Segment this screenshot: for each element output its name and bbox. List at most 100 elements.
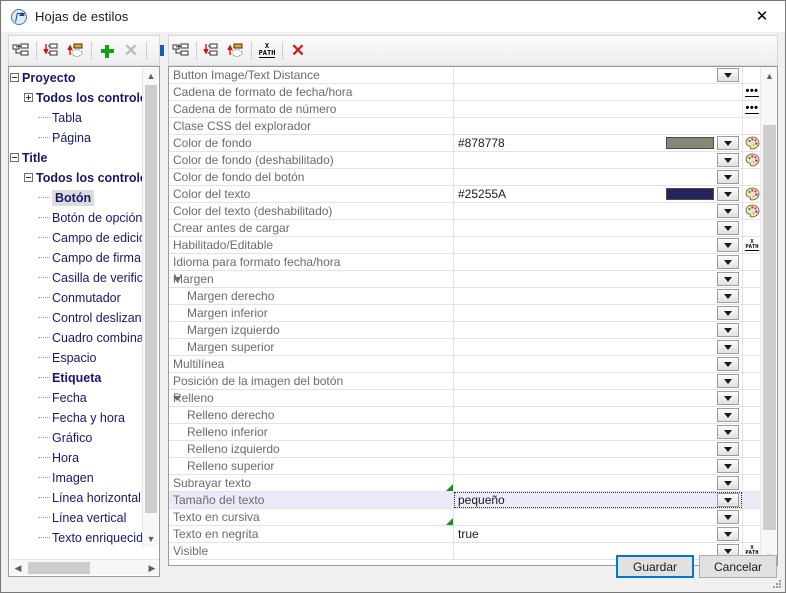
property-value[interactable] bbox=[454, 101, 742, 117]
property-row[interactable]: Multilínea bbox=[169, 356, 761, 373]
property-value[interactable] bbox=[454, 458, 742, 474]
property-row[interactable]: Relleno derecho bbox=[169, 407, 761, 424]
property-row[interactable]: Clase CSS del explorador bbox=[169, 118, 761, 135]
tree-item-2[interactable]: Tabla bbox=[10, 108, 144, 128]
property-row[interactable]: Subrayar texto bbox=[169, 475, 761, 492]
property-extra-cell[interactable] bbox=[742, 203, 761, 219]
chevron-down-icon[interactable] bbox=[717, 527, 739, 541]
property-extra-cell[interactable] bbox=[742, 135, 761, 151]
tree-item-17[interactable]: Fecha y hora bbox=[10, 408, 144, 428]
chevron-down-icon[interactable] bbox=[717, 272, 739, 286]
tree-item-19[interactable]: Hora bbox=[10, 448, 144, 468]
property-row[interactable]: Habilitado/EditableXPATH bbox=[169, 237, 761, 254]
tree-item-20[interactable]: Imagen bbox=[10, 468, 144, 488]
property-value[interactable] bbox=[454, 84, 742, 100]
property-extra-cell[interactable] bbox=[742, 152, 761, 168]
property-value[interactable] bbox=[454, 509, 742, 525]
property-value[interactable] bbox=[454, 271, 742, 287]
chevron-down-icon[interactable] bbox=[717, 136, 739, 150]
chevron-down-icon[interactable] bbox=[717, 374, 739, 388]
chevron-down-icon[interactable] bbox=[717, 408, 739, 422]
tree-item-0[interactable]: Proyecto bbox=[10, 68, 144, 88]
property-row[interactable]: Idioma para formato fecha/hora bbox=[169, 254, 761, 271]
property-value[interactable] bbox=[454, 373, 742, 389]
xpath-icon[interactable]: XPATH bbox=[255, 39, 279, 63]
chevron-down-icon[interactable] bbox=[717, 340, 739, 354]
tree-item-8[interactable]: Campo de edición bbox=[10, 228, 144, 248]
property-row[interactable]: Color del texto (deshabilitado) bbox=[169, 203, 761, 220]
property-row[interactable]: Color de fondo (deshabilitado) bbox=[169, 152, 761, 169]
property-value[interactable]: true bbox=[454, 526, 742, 542]
property-value[interactable] bbox=[454, 203, 742, 219]
import-node-icon[interactable] bbox=[200, 39, 224, 63]
property-row[interactable]: Color del texto#25255A bbox=[169, 186, 761, 203]
property-row[interactable]: Margen inferior bbox=[169, 305, 761, 322]
chevron-down-icon[interactable] bbox=[717, 187, 739, 201]
export-node-icon[interactable] bbox=[224, 39, 248, 63]
property-row[interactable]: Relleno superior bbox=[169, 458, 761, 475]
tree-item-3[interactable]: Página bbox=[10, 128, 144, 148]
resize-grip[interactable] bbox=[771, 578, 783, 590]
stylesheet-tree[interactable]: ProyectoTodos los controlesTablaPáginaTi… bbox=[8, 66, 160, 577]
property-extra-cell[interactable] bbox=[742, 186, 761, 202]
scroll-down-icon[interactable]: ▼ bbox=[143, 531, 159, 547]
chevron-down-icon[interactable] bbox=[717, 204, 739, 218]
chevron-down-icon[interactable] bbox=[717, 255, 739, 269]
tree-item-9[interactable]: Campo de firma bbox=[10, 248, 144, 268]
tree-item-7[interactable]: Botón de opción bbox=[10, 208, 144, 228]
property-row[interactable]: Relleno izquierdo bbox=[169, 441, 761, 458]
color-palette-icon[interactable] bbox=[745, 153, 760, 167]
property-value[interactable] bbox=[454, 441, 742, 457]
property-value[interactable] bbox=[454, 339, 742, 355]
chevron-down-icon[interactable] bbox=[717, 391, 739, 405]
grid-scroll-thumb[interactable] bbox=[763, 125, 776, 530]
tree-item-6[interactable]: Botón bbox=[10, 188, 144, 208]
expand-icon[interactable] bbox=[24, 93, 33, 102]
grid-vertical-scrollbar[interactable]: ▲ ▼ bbox=[760, 67, 777, 565]
property-row[interactable]: Button Image/Text Distance bbox=[169, 67, 761, 84]
property-row[interactable]: Cadena de formato de fecha/hora••• bbox=[169, 84, 761, 101]
tree-item-14[interactable]: Espacio bbox=[10, 348, 144, 368]
tree-item-10[interactable]: Casilla de verifica bbox=[10, 268, 144, 288]
property-value[interactable] bbox=[454, 322, 742, 338]
scroll-up-icon[interactable]: ▲ bbox=[143, 68, 159, 84]
property-extra-cell[interactable]: ••• bbox=[742, 101, 761, 117]
property-value[interactable]: #878778 bbox=[454, 135, 742, 151]
property-value[interactable] bbox=[454, 118, 742, 134]
tree-item-21[interactable]: Línea horizontal bbox=[10, 488, 144, 508]
property-row[interactable]: Texto en cursiva bbox=[169, 509, 761, 526]
property-value[interactable] bbox=[454, 67, 742, 83]
property-row[interactable]: Margen izquierdo bbox=[169, 322, 761, 339]
property-row[interactable]: Texto en negritatrue bbox=[169, 526, 761, 543]
chevron-down-icon[interactable] bbox=[717, 425, 739, 439]
tree-item-15[interactable]: Etiqueta bbox=[10, 368, 144, 388]
property-value[interactable] bbox=[454, 220, 742, 236]
scroll-up-icon[interactable]: ▲ bbox=[761, 67, 778, 84]
property-value[interactable] bbox=[454, 254, 742, 270]
property-value[interactable] bbox=[454, 356, 742, 372]
cancel-button[interactable]: Cancelar bbox=[699, 555, 777, 578]
property-row[interactable]: Relleno inferior bbox=[169, 424, 761, 441]
tree-item-18[interactable]: Gráfico bbox=[10, 428, 144, 448]
color-palette-icon[interactable] bbox=[745, 187, 760, 201]
chevron-down-icon[interactable] bbox=[717, 221, 739, 235]
tree-item-13[interactable]: Cuadro combinac bbox=[10, 328, 144, 348]
property-row[interactable]: Cadena de formato de número••• bbox=[169, 101, 761, 118]
chevron-down-icon[interactable] bbox=[717, 323, 739, 337]
chevron-down-icon[interactable] bbox=[717, 68, 739, 82]
property-value[interactable] bbox=[454, 390, 742, 406]
tree-structure-icon[interactable] bbox=[169, 39, 193, 63]
export-node-icon[interactable] bbox=[64, 39, 88, 63]
property-row[interactable]: Color de fondo del botón bbox=[169, 169, 761, 186]
tree-item-1[interactable]: Todos los controles bbox=[10, 88, 144, 108]
tree-item-5[interactable]: Todos los controles bbox=[10, 168, 144, 188]
property-value[interactable] bbox=[454, 475, 742, 491]
tree-vertical-scrollbar[interactable]: ▲ ▼ bbox=[142, 68, 158, 547]
chevron-down-icon[interactable] bbox=[717, 170, 739, 184]
tree-scroll-thumb[interactable] bbox=[145, 85, 157, 513]
tree-item-12[interactable]: Control deslizant bbox=[10, 308, 144, 328]
property-row[interactable]: Crear antes de cargar bbox=[169, 220, 761, 237]
collapse-icon[interactable] bbox=[24, 173, 33, 182]
chevron-down-icon[interactable] bbox=[717, 493, 739, 507]
chevron-down-icon[interactable] bbox=[717, 306, 739, 320]
